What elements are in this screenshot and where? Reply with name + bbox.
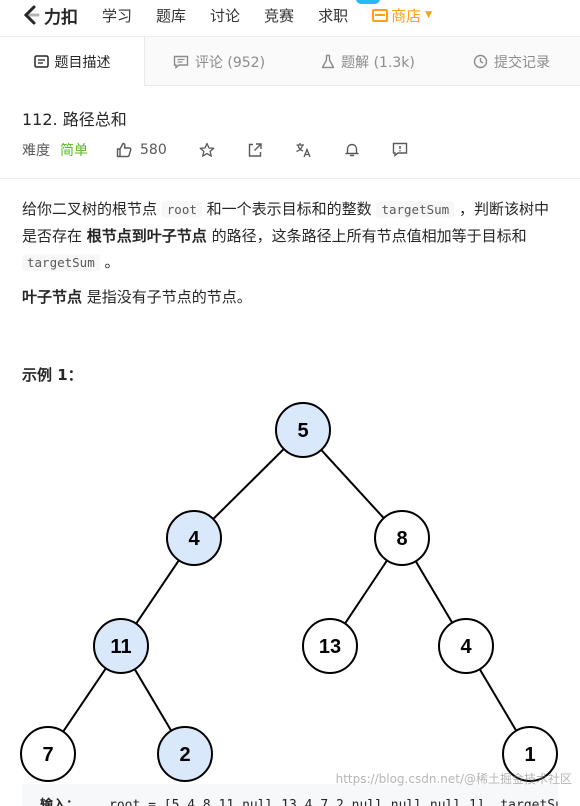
translate-button[interactable] bbox=[295, 142, 312, 158]
code-targetsum: targetSum bbox=[376, 201, 455, 218]
tab-submissions[interactable]: 提交记录 bbox=[443, 37, 580, 86]
tab-description[interactable]: 题目描述 bbox=[0, 37, 145, 86]
desc-text: 的路径，这条路径上所有节点值相加等于目标和 bbox=[206, 227, 527, 245]
tree-node-label: 2 bbox=[179, 744, 190, 766]
tab-description-label: 题目描述 bbox=[54, 54, 111, 71]
example-input: 输入： root = [5,4,8,11,null,13,4,7,2,null,n… bbox=[22, 784, 558, 806]
tree-nodes: 5 4 8 11 13 4 7 2 1 bbox=[20, 402, 558, 782]
leaf-text: 是指没有子节点的节点。 bbox=[82, 288, 252, 306]
nav-contest[interactable]: 竞赛 bbox=[264, 5, 294, 26]
input-label: 输入： bbox=[40, 798, 80, 806]
leetcode-logo-icon bbox=[23, 5, 40, 25]
leaf-bold: 叶子节点 bbox=[22, 288, 83, 306]
nav-store[interactable]: 商店 ▼ bbox=[372, 5, 432, 26]
tree-node-label: 4 bbox=[188, 528, 200, 550]
chevron-down-icon: ▼ bbox=[425, 10, 433, 20]
favorite-button[interactable] bbox=[199, 142, 215, 158]
tab-solutions[interactable]: 题解 (1.3k) bbox=[293, 37, 443, 86]
tree-edge bbox=[414, 560, 454, 624]
section-divider bbox=[0, 178, 580, 179]
tree-edge bbox=[478, 668, 518, 732]
tab-comments-label: 评论 (952) bbox=[194, 54, 266, 71]
tree-edge bbox=[62, 667, 107, 733]
store-icon bbox=[372, 8, 389, 22]
desc-text: 给你二叉树的根节点 bbox=[22, 200, 162, 218]
tree-edge bbox=[133, 668, 173, 732]
problem-title: 112. 路径总和 bbox=[22, 110, 127, 129]
nav-store-label: 商店 bbox=[391, 6, 422, 25]
notification-badge bbox=[356, 0, 380, 4]
like-count: 580 bbox=[140, 142, 167, 158]
tree-edge bbox=[135, 559, 180, 625]
tab-solutions-label: 题解 (1.3k) bbox=[341, 54, 415, 71]
logo-text: 力扣 bbox=[44, 7, 78, 28]
desc-text: 和一个表示目标和的整数 bbox=[201, 200, 377, 218]
comment-icon bbox=[173, 55, 189, 69]
tree-node-label: 1 bbox=[524, 744, 535, 766]
tree-edge bbox=[320, 449, 385, 519]
tree-edges bbox=[62, 448, 518, 733]
description-icon bbox=[33, 55, 49, 68]
tree-edge bbox=[212, 448, 285, 520]
tree-node-label: 11 bbox=[110, 636, 131, 658]
nav-problems[interactable]: 题库 bbox=[156, 5, 186, 26]
translate-icon bbox=[295, 143, 311, 158]
tree-edge bbox=[344, 559, 388, 625]
share-button[interactable] bbox=[247, 142, 263, 158]
binary-tree-diagram: 5 4 8 11 13 4 7 2 1 bbox=[20, 402, 558, 782]
flask-icon bbox=[321, 54, 335, 69]
bell-icon bbox=[345, 143, 359, 157]
difficulty-label: 难度 bbox=[22, 143, 50, 159]
input-value: root = [5,4,8,11,null,13,4,7,2,null,null… bbox=[109, 798, 558, 806]
notification-button[interactable] bbox=[344, 142, 360, 158]
leetcode-logo[interactable]: 力扣 bbox=[22, 3, 78, 28]
leaf-definition: 叶子节点 是指没有子节点的节点。 bbox=[22, 284, 252, 310]
code-targetsum: targetSum bbox=[22, 254, 100, 271]
star-icon bbox=[199, 142, 215, 157]
desc-bold: 根节点到叶子节点 bbox=[86, 227, 207, 245]
clock-icon bbox=[473, 54, 488, 69]
tree-node-label: 8 bbox=[396, 528, 407, 550]
tree-node-label: 13 bbox=[319, 636, 341, 658]
feedback-icon bbox=[392, 142, 407, 157]
nav-jobs[interactable]: 求职 bbox=[318, 5, 348, 26]
feedback-button[interactable] bbox=[392, 142, 408, 158]
example-title: 示例 1： bbox=[22, 366, 83, 384]
tab-submissions-label: 提交记录 bbox=[494, 54, 550, 71]
thumbs-up-icon bbox=[116, 142, 132, 158]
top-nav: 力扣 学习 题库 讨论 竞赛 求职 商店 ▼ bbox=[0, 0, 580, 30]
code-root: root bbox=[161, 201, 202, 218]
problem-description: 给你二叉树的根节点 root 和一个表示目标和的整数 targetSum ，判断… bbox=[22, 196, 562, 276]
share-icon bbox=[248, 143, 262, 157]
tree-node-label: 7 bbox=[42, 744, 53, 766]
tab-comments[interactable]: 评论 (952) bbox=[145, 37, 293, 86]
like-button[interactable]: 580 bbox=[116, 142, 167, 158]
desc-text: 。 bbox=[99, 253, 120, 271]
tree-node-label: 4 bbox=[460, 636, 472, 658]
nav-learn[interactable]: 学习 bbox=[102, 5, 132, 26]
nav-discuss[interactable]: 讨论 bbox=[210, 5, 240, 26]
watermark: https://blog.csdn.net/@稀土掘金技术社区 bbox=[335, 772, 572, 786]
difficulty-badge: 简单 bbox=[60, 143, 88, 159]
tree-node-label: 5 bbox=[297, 420, 308, 442]
problem-tabs: 题目描述 评论 (952) 题解 (1.3k) 提交记录 bbox=[0, 36, 580, 86]
problem-meta: 难度 简单 580 bbox=[22, 140, 408, 160]
